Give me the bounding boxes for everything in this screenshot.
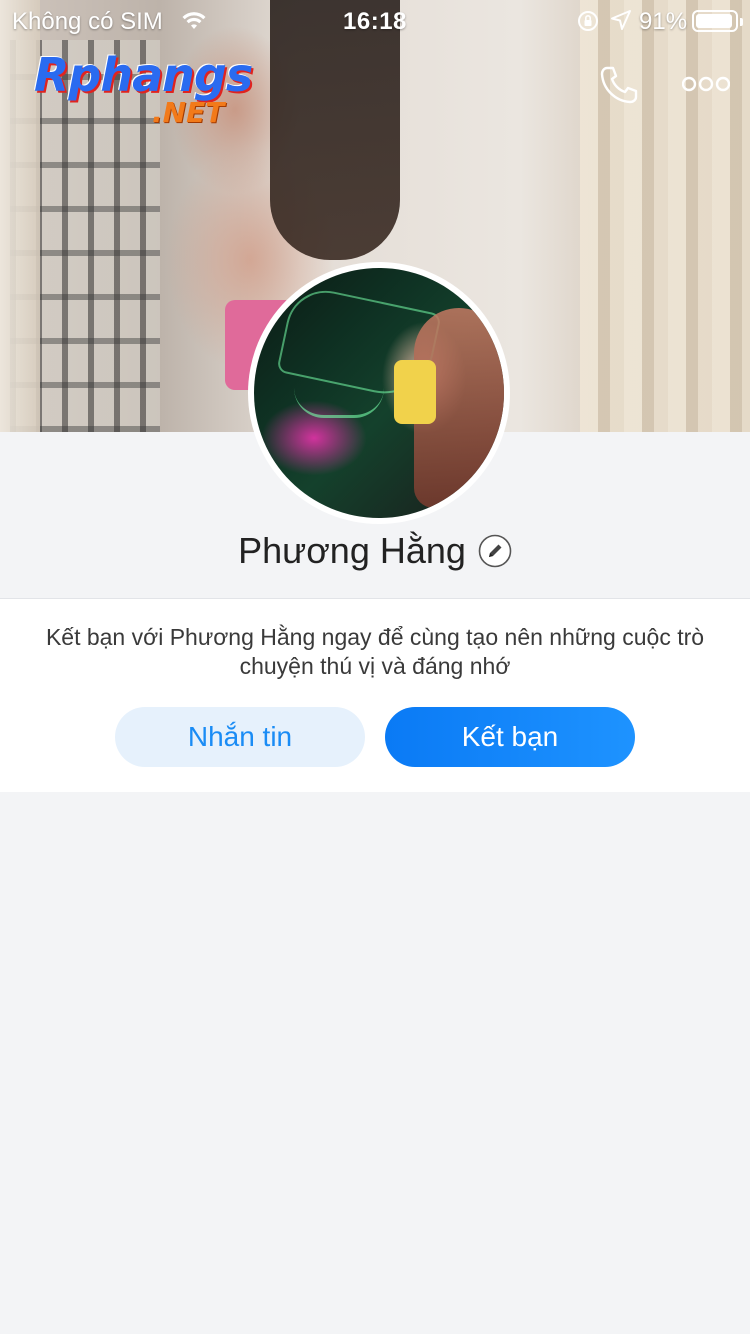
battery-fill [696, 14, 732, 28]
battery-percent: 91% [639, 8, 688, 35]
wifi-icon [182, 10, 206, 38]
carrier-label: Không có SIM [12, 8, 163, 35]
watermark-logo: Rphangs .NET [34, 48, 264, 134]
friend-prompt-card: Kết bạn với Phương Hằng ngay để cùng tạo… [0, 599, 750, 792]
friend-prompt-message: Kết bạn với Phương Hằng ngay để cùng tạo… [45, 624, 705, 679]
profile-name-row: Phương Hằng [0, 527, 750, 575]
rotation-lock-icon [576, 9, 600, 40]
avatar-neon-underline [294, 388, 384, 418]
add-friend-button[interactable]: Kết bạn [385, 707, 635, 767]
profile-avatar[interactable] [248, 262, 510, 524]
message-button[interactable]: Nhắn tin [115, 707, 365, 767]
avatar-phone [394, 360, 436, 424]
more-icon[interactable] [681, 74, 731, 94]
pencil-icon[interactable] [478, 534, 512, 568]
status-bar: Không có SIM 16:18 91% [0, 0, 750, 40]
clock-time: 16:18 [343, 8, 407, 35]
battery-icon [692, 10, 743, 32]
watermark-suffix: .NET [152, 96, 225, 129]
location-arrow-icon [610, 9, 632, 38]
battery-nub [740, 18, 743, 26]
watermark-brand: Rphangs [34, 48, 253, 102]
profile-name: Phương Hằng [238, 530, 466, 571]
avatar-image [254, 268, 504, 518]
phone-icon[interactable] [598, 64, 640, 106]
